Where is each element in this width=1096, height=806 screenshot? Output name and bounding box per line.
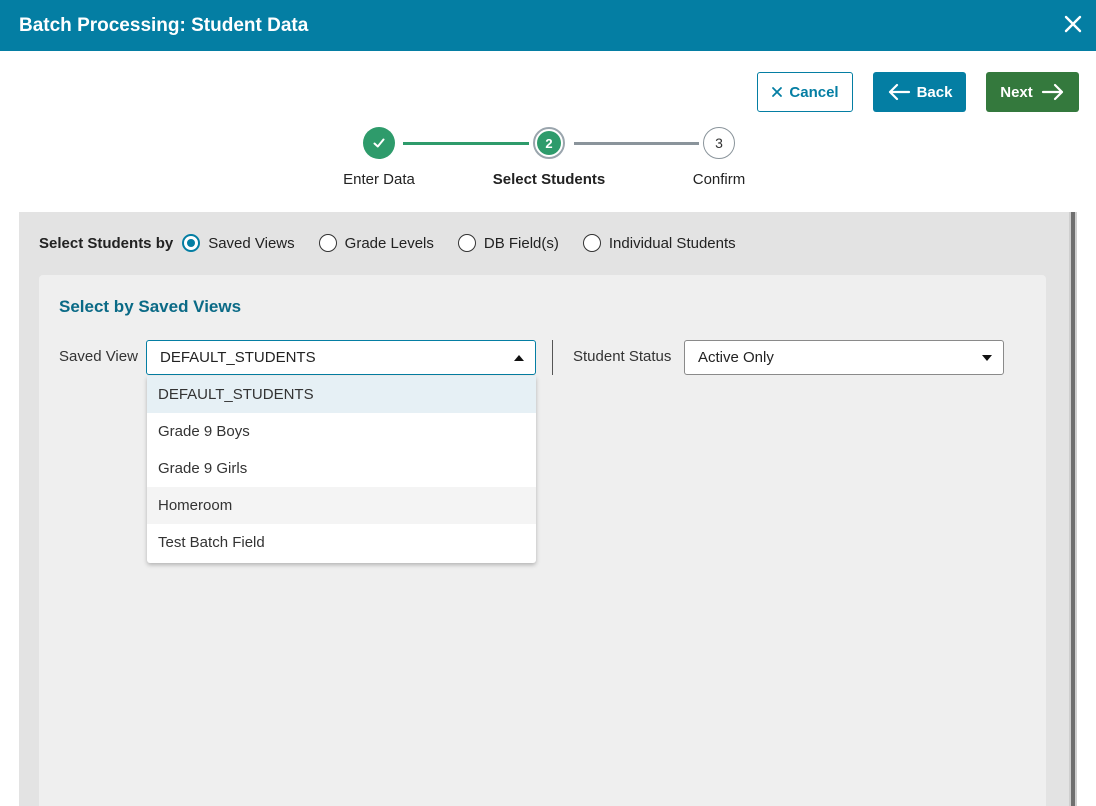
radio-selected-icon — [182, 234, 201, 252]
step-number: 2 — [537, 131, 561, 155]
dialog-header: Batch Processing: Student Data — [0, 0, 1096, 51]
step-confirm-pending: 3 — [703, 127, 735, 159]
radio-label: Grade Levels — [344, 234, 434, 252]
dropdown-option[interactable]: DEFAULT_STUDENTS — [147, 376, 536, 413]
back-button[interactable]: Back — [873, 72, 966, 112]
radio-individual-students[interactable]: Individual Students — [582, 234, 736, 252]
caret-down-icon — [982, 355, 992, 361]
step-connector-pending — [574, 142, 699, 145]
saved-view-value: DEFAULT_STUDENTS — [160, 349, 316, 366]
dropdown-option[interactable]: Grade 9 Girls — [147, 450, 536, 487]
dropdown-option[interactable]: Homeroom — [147, 487, 536, 524]
step-label-enter-data: Enter Data — [343, 171, 415, 188]
arrow-right-icon — [1041, 83, 1063, 101]
field-divider — [552, 340, 553, 375]
step-label-confirm: Confirm — [692, 171, 746, 188]
x-icon — [772, 87, 783, 97]
saved-view-dropdown-list: DEFAULT_STUDENTS Grade 9 Boys Grade 9 Gi… — [147, 376, 536, 563]
step-enter-data-complete — [363, 127, 395, 159]
student-status-select[interactable]: Active Only — [684, 340, 1004, 375]
step-select-students-current: 2 — [533, 127, 565, 159]
close-icon[interactable] — [1061, 12, 1085, 36]
select-students-by-group: Select Students by Saved Views Grade Lev… — [39, 233, 760, 253]
checkmark-icon — [373, 138, 385, 148]
next-label: Next — [1000, 83, 1033, 101]
radio-unselected-icon — [582, 234, 601, 252]
radio-unselected-icon — [457, 234, 476, 252]
radio-unselected-icon — [318, 234, 337, 252]
card-title: Select by Saved Views — [59, 297, 242, 316]
select-students-by-label: Select Students by — [39, 234, 174, 252]
saved-view-label: Saved View — [59, 348, 138, 365]
caret-up-icon — [514, 355, 524, 361]
student-status-label: Student Status — [573, 348, 672, 365]
progress-stepper: 2 3 Enter Data Select Students Confirm — [0, 125, 1096, 195]
dropdown-option[interactable]: Grade 9 Boys — [147, 413, 536, 450]
step-label-select-students: Select Students — [492, 171, 606, 188]
scrollbar-thumb[interactable] — [1071, 212, 1075, 806]
radio-saved-views[interactable]: Saved Views — [182, 234, 295, 252]
radio-label: Individual Students — [608, 234, 736, 252]
radio-label: DB Field(s) — [483, 234, 559, 252]
dropdown-option[interactable]: Test Batch Field — [147, 524, 536, 561]
back-label: Back — [916, 83, 953, 101]
step-connector-complete — [403, 142, 529, 145]
arrow-left-icon — [888, 83, 910, 101]
vertical-scrollbar[interactable] — [1069, 212, 1077, 806]
saved-view-select[interactable]: DEFAULT_STUDENTS — [146, 340, 536, 375]
radio-grade-levels[interactable]: Grade Levels — [318, 234, 434, 252]
student-status-value: Active Only — [698, 349, 774, 366]
next-button[interactable]: Next — [986, 72, 1079, 112]
cancel-button[interactable]: Cancel — [757, 72, 853, 112]
radio-db-fields[interactable]: DB Field(s) — [457, 234, 559, 252]
cancel-label: Cancel — [789, 83, 839, 101]
radio-label: Saved Views — [208, 234, 295, 252]
dialog-title: Batch Processing: Student Data — [19, 14, 309, 36]
